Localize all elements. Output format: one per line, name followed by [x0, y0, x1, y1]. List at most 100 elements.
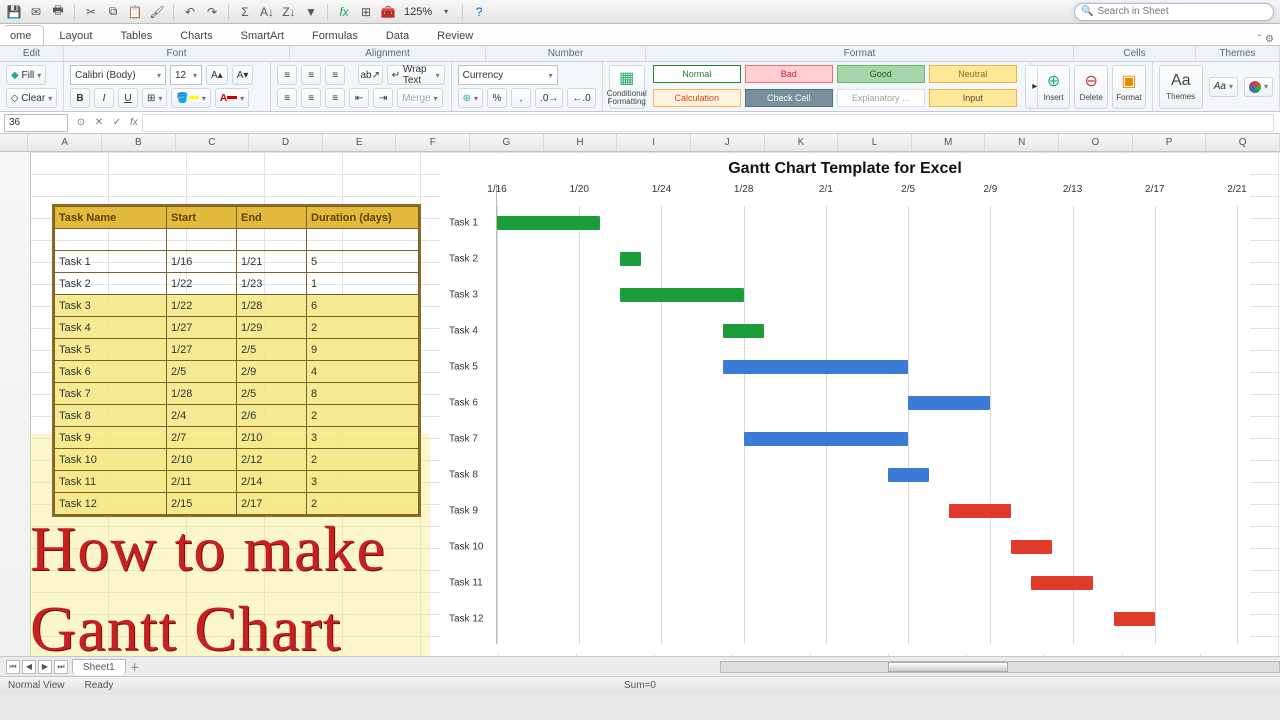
number-format-combo[interactable]: Currency	[458, 65, 558, 85]
delete-cells-button[interactable]: ⊖Delete	[1074, 65, 1108, 109]
italic-button[interactable]: I	[94, 88, 114, 108]
bold-button[interactable]: B	[70, 88, 90, 108]
fill-button[interactable]: ◆ Fill	[6, 65, 46, 85]
fx-icon[interactable]: fx	[336, 4, 352, 20]
col-header-P[interactable]: P	[1133, 134, 1207, 151]
col-header-K[interactable]: K	[765, 134, 839, 151]
help-icon[interactable]: ?	[471, 4, 487, 20]
format-cells-button[interactable]: ▣Format	[1112, 65, 1146, 109]
column-headers[interactable]: ABCDEFGHIJKLMNOPQ	[0, 134, 1280, 152]
col-header-I[interactable]: I	[617, 134, 691, 151]
autosum-icon[interactable]: Σ	[237, 4, 253, 20]
font-color-button[interactable]: A	[215, 88, 249, 108]
insert-cells-button[interactable]: ⊕Insert	[1037, 65, 1071, 109]
save-icon[interactable]: 💾	[6, 4, 22, 20]
print-icon[interactable]: 🖶	[50, 4, 66, 20]
undo-icon[interactable]: ↶	[182, 4, 198, 20]
col-header-Q[interactable]: Q	[1206, 134, 1280, 151]
table-row[interactable]: Task 92/72/103	[55, 427, 419, 449]
col-header-M[interactable]: M	[912, 134, 986, 151]
sort-asc-icon[interactable]: A↓	[259, 4, 275, 20]
col-header-B[interactable]: B	[102, 134, 176, 151]
filter-icon[interactable]: ▼	[303, 4, 319, 20]
cell-style-check-cell[interactable]: Check Cell	[745, 89, 833, 107]
cell-style-bad[interactable]: Bad	[745, 65, 833, 83]
ribbon-options-icon[interactable]: ⚙	[1265, 34, 1274, 45]
col-header-G[interactable]: G	[470, 134, 544, 151]
chevron-down-icon[interactable]: ▾	[438, 4, 454, 20]
horizontal-scrollbar[interactable]	[720, 661, 1280, 673]
col-header-A[interactable]: A	[28, 134, 102, 151]
cell-style-normal[interactable]: Normal	[653, 65, 741, 83]
tab-formulas[interactable]: Formulas	[299, 25, 371, 45]
col-header-O[interactable]: O	[1059, 134, 1133, 151]
tab-data[interactable]: Data	[373, 25, 422, 45]
grow-font-button[interactable]: A▴	[206, 65, 228, 85]
fill-color-button[interactable]: 🪣	[171, 88, 210, 108]
confirm-icon[interactable]: ✓	[108, 114, 126, 132]
theme-fonts-button[interactable]: Aa	[1209, 77, 1238, 97]
table-row[interactable]: Task 122/152/172	[55, 493, 419, 515]
email-icon[interactable]: ✉	[28, 4, 44, 20]
wrap-text-button[interactable]: ↵ Wrap Text	[387, 65, 445, 85]
merge-button[interactable]: Merge	[397, 88, 442, 108]
view-mode[interactable]: Normal View	[8, 680, 65, 691]
align-center-button[interactable]: ≡	[301, 88, 321, 108]
tab-layout[interactable]: Layout	[46, 25, 105, 45]
orientation-button[interactable]: ab↗	[358, 65, 383, 85]
tab-nav-next-icon[interactable]: ▶	[38, 660, 52, 674]
col-header-H[interactable]: H	[544, 134, 618, 151]
col-header-L[interactable]: L	[838, 134, 912, 151]
table-row[interactable]: Task 71/282/58	[55, 383, 419, 405]
tab-smartart[interactable]: SmartArt	[228, 25, 297, 45]
cell-style-neutral[interactable]: Neutral	[929, 65, 1017, 83]
cut-icon[interactable]: ✂	[83, 4, 99, 20]
tab-charts[interactable]: Charts	[167, 25, 225, 45]
font-size-combo[interactable]: 12	[170, 65, 202, 85]
cell-style-calculation[interactable]: Calculation	[653, 89, 741, 107]
search-input[interactable]	[1097, 6, 1267, 17]
cancel-icon[interactable]: ✕	[90, 114, 108, 132]
table-row[interactable]: Task 31/221/286	[55, 295, 419, 317]
tab-nav-first-icon[interactable]: ⏮	[6, 660, 20, 674]
table-row[interactable]: Task 11/161/215	[55, 251, 419, 273]
col-header-D[interactable]: D	[249, 134, 323, 151]
align-left-button[interactable]: ≡	[277, 88, 297, 108]
tab-ome[interactable]: ome	[4, 25, 44, 45]
col-header-N[interactable]: N	[985, 134, 1059, 151]
tab-review[interactable]: Review	[424, 25, 486, 45]
formula-input[interactable]	[142, 114, 1274, 132]
indent-dec-button[interactable]: ⇤	[349, 88, 369, 108]
currency-button[interactable]: ⊛	[458, 88, 483, 108]
tab-nav-prev-icon[interactable]: ◀	[22, 660, 36, 674]
add-sheet-button[interactable]: ＋	[130, 659, 140, 674]
align-bottom-button[interactable]: ≡	[325, 65, 345, 85]
increase-decimal-button[interactable]: .0→	[535, 88, 563, 108]
cell-style-explanatory-[interactable]: Explanatory ...	[837, 89, 925, 107]
table-row[interactable]: Task 102/102/122	[55, 449, 419, 471]
col-header-J[interactable]: J	[691, 134, 765, 151]
table-row[interactable]: Task 112/112/143	[55, 471, 419, 493]
shrink-font-button[interactable]: A▾	[232, 65, 254, 85]
underline-button[interactable]: U	[118, 88, 138, 108]
clear-button[interactable]: ◇ Clear	[6, 88, 57, 108]
tab-nav-last-icon[interactable]: ⏭	[54, 660, 68, 674]
col-header-C[interactable]: C	[176, 134, 250, 151]
select-all-corner[interactable]	[0, 134, 28, 151]
table-row[interactable]: Task 51/272/59	[55, 339, 419, 361]
themes-button[interactable]: AaThemes	[1159, 65, 1203, 109]
search-box[interactable]: 🔍	[1074, 3, 1274, 21]
worksheet[interactable]: ABCDEFGHIJKLMNOPQ Task NameStartEndDurat…	[0, 134, 1280, 694]
ribbon-collapse-icon[interactable]: ˇ	[1258, 34, 1261, 45]
redo-icon[interactable]: ↷	[204, 4, 220, 20]
table-row[interactable]: Task 21/221/231	[55, 273, 419, 295]
border-button[interactable]: ⊞	[142, 88, 167, 108]
reference-icon[interactable]: ⊙	[72, 114, 90, 132]
align-top-button[interactable]: ≡	[277, 65, 297, 85]
comma-button[interactable]: ,	[511, 88, 531, 108]
theme-colors-button[interactable]	[1244, 77, 1273, 97]
name-box[interactable]: 36	[4, 114, 68, 132]
align-middle-button[interactable]: ≡	[301, 65, 321, 85]
sort-desc-icon[interactable]: Z↓	[281, 4, 297, 20]
copy-icon[interactable]: ⧉	[105, 4, 121, 20]
